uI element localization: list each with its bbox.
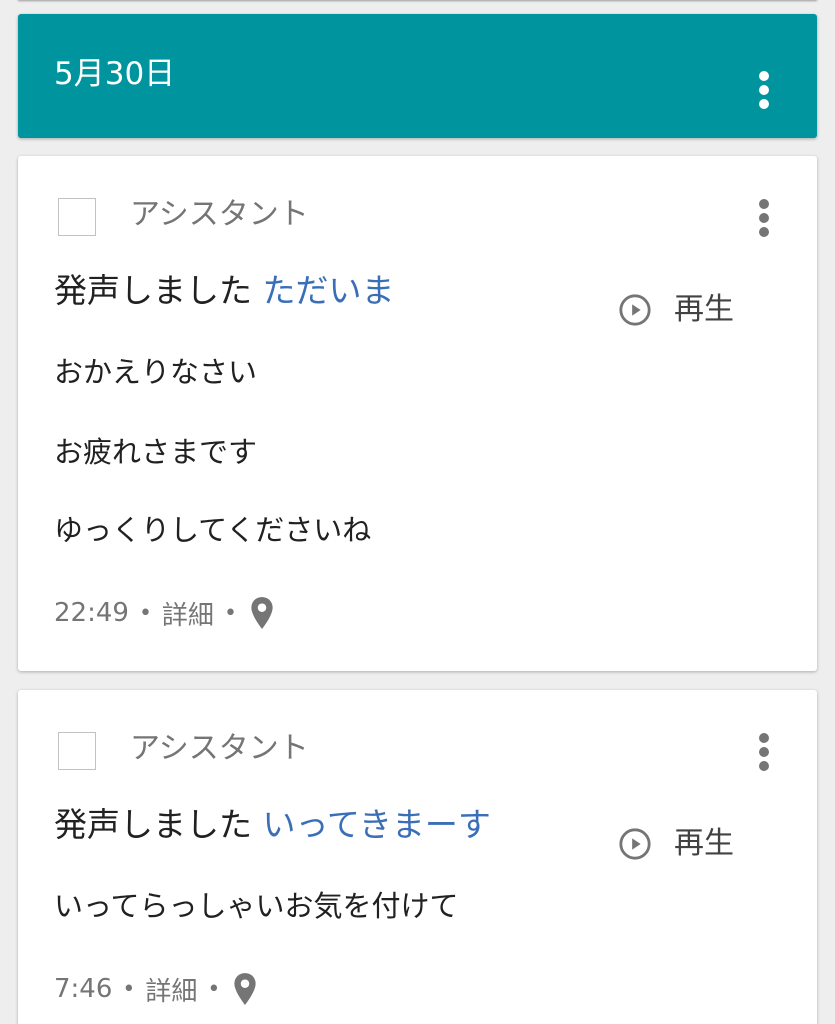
- query-text[interactable]: ただいま: [263, 271, 395, 310]
- play-button[interactable]: 再生: [618, 822, 734, 866]
- meta-separator: •: [223, 600, 237, 626]
- source-label: アシスタント: [130, 197, 309, 232]
- more-vert-icon[interactable]: [744, 190, 784, 246]
- date-header: 5月30日: [18, 14, 817, 138]
- query-text[interactable]: いってきまーす: [263, 805, 491, 844]
- entry-meta: 7:46 • 詳細 •: [54, 969, 258, 1009]
- response-line: おかえりなさい: [54, 355, 258, 389]
- response-line: いってらっしゃいお気を付けて: [54, 889, 459, 923]
- activity-page: 5月30日 アシスタント 発声しました ただいま 再生 おかえりなさい お疲れさ…: [0, 0, 835, 1024]
- play-button[interactable]: 再生: [618, 288, 734, 332]
- select-checkbox[interactable]: [58, 198, 96, 236]
- meta-separator: •: [122, 976, 136, 1002]
- play-circle-icon: [619, 828, 651, 860]
- play-label: 再生: [674, 292, 734, 327]
- play-label: 再生: [674, 826, 734, 861]
- meta-separator: •: [138, 600, 152, 626]
- activity-card: アシスタント 発声しました ただいま 再生 おかえりなさい お疲れさまです ゆっ…: [18, 156, 817, 671]
- location-pin-icon[interactable]: [249, 596, 275, 630]
- meta-separator: •: [207, 976, 221, 1002]
- timestamp: 22:49: [54, 598, 129, 628]
- query-prefix: 発声しました: [54, 805, 252, 844]
- select-checkbox[interactable]: [58, 732, 96, 770]
- entry-meta: 22:49 • 詳細 •: [54, 593, 275, 633]
- query-line: 発声しました いってきまーす: [54, 802, 491, 848]
- source-label: アシスタント: [130, 731, 309, 766]
- more-vert-icon[interactable]: [744, 724, 784, 780]
- play-circle-icon: [619, 294, 651, 326]
- query-line: 発声しました ただいま: [54, 268, 395, 314]
- date-title: 5月30日: [54, 56, 176, 92]
- more-vert-icon[interactable]: [744, 62, 784, 118]
- details-link[interactable]: 詳細: [145, 971, 197, 1008]
- timestamp: 7:46: [54, 974, 113, 1004]
- query-prefix: 発声しました: [54, 271, 252, 310]
- response-line: お疲れさまです: [54, 435, 258, 469]
- details-link[interactable]: 詳細: [162, 595, 214, 632]
- location-pin-icon[interactable]: [232, 972, 258, 1006]
- response-line: ゆっくりしてくださいね: [54, 513, 372, 547]
- activity-card: アシスタント 発声しました いってきまーす 再生 いってらっしゃいお気を付けて …: [18, 690, 817, 1024]
